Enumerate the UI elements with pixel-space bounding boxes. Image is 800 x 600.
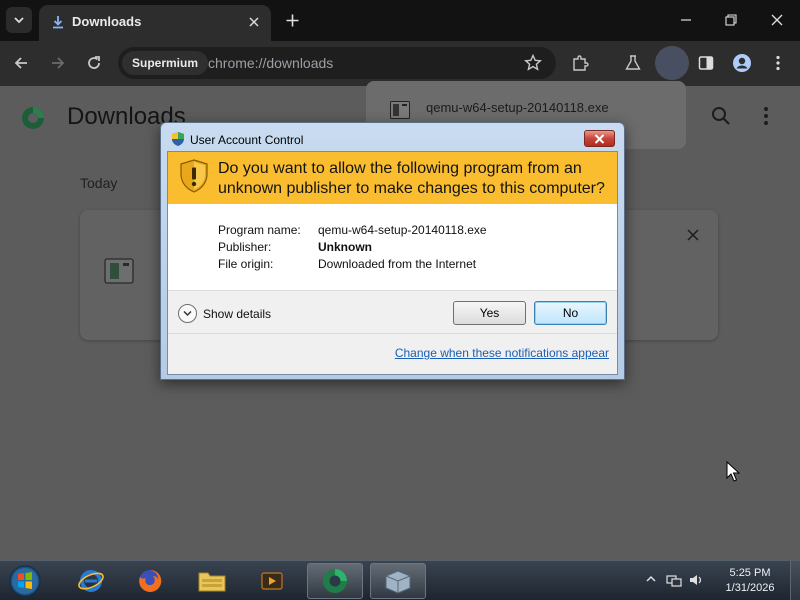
taskbar-app-explorer[interactable] xyxy=(184,563,240,599)
profile-highlight xyxy=(655,46,689,80)
taskbar: 5:25 PM 1/31/2026 xyxy=(0,560,800,600)
search-icon[interactable] xyxy=(710,105,732,127)
account-icon xyxy=(733,54,751,72)
start-button-icon[interactable] xyxy=(6,563,44,599)
supermium-logo-icon xyxy=(22,107,44,129)
show-details-toggle[interactable] xyxy=(178,304,197,323)
labs-button[interactable] xyxy=(621,51,645,75)
minimize-icon xyxy=(681,19,691,21)
minimize-button[interactable] xyxy=(674,8,698,32)
volume-icon[interactable] xyxy=(688,572,704,588)
omnibox-chip: Supermium xyxy=(122,51,209,75)
tab-title: Downloads xyxy=(72,14,142,29)
system-clock[interactable]: 5:25 PM 1/31/2026 xyxy=(718,566,782,596)
firefox-icon xyxy=(139,569,162,592)
media-player-icon xyxy=(261,572,283,590)
restore-button[interactable] xyxy=(719,8,743,32)
uac-title-bar[interactable]: User Account Control xyxy=(161,123,624,153)
plus-icon xyxy=(286,14,298,26)
mouse-cursor-icon xyxy=(726,461,740,482)
forward-button[interactable] xyxy=(46,51,70,75)
uac-warning-banner: Do you want to allow the following progr… xyxy=(168,152,617,204)
reload-button[interactable] xyxy=(82,51,106,75)
yes-button[interactable]: Yes xyxy=(453,301,526,325)
program-name-label: Program name: xyxy=(218,223,301,237)
remove-download-icon[interactable] xyxy=(686,228,700,242)
tab-downloads[interactable]: Downloads xyxy=(39,5,271,41)
tab-search-button[interactable] xyxy=(6,7,32,33)
installer-file-icon xyxy=(104,258,134,284)
page-menu-icon[interactable] xyxy=(756,105,776,127)
tab-strip: Downloads xyxy=(0,0,800,41)
bookmark-star-icon[interactable] xyxy=(524,54,542,72)
file-origin-value: Downloaded from the Internet xyxy=(318,257,477,271)
program-name-value: qemu-w64-setup-20140118.exe xyxy=(318,223,487,237)
extensions-icon xyxy=(573,55,589,71)
uac-shield-icon xyxy=(172,132,184,146)
tab-close-button[interactable] xyxy=(245,13,263,31)
publisher-value: Unknown xyxy=(318,240,372,254)
installer-file-icon xyxy=(390,101,410,119)
omnibox-url: chrome://downloads xyxy=(208,55,334,71)
clock-date: 1/31/2026 xyxy=(725,582,775,594)
chevron-down-icon xyxy=(14,17,24,24)
internet-explorer-icon xyxy=(78,570,104,592)
uac-question: Do you want to allow the following progr… xyxy=(218,160,605,197)
forward-arrow-icon xyxy=(52,57,65,69)
show-desktop-button[interactable] xyxy=(790,561,800,600)
supermium-icon xyxy=(323,569,347,593)
uac-program-details: Program name: qemu-w64-setup-20140118.ex… xyxy=(168,204,617,290)
setup-installer-icon xyxy=(385,570,411,594)
close-icon xyxy=(771,14,783,26)
publisher-label: Publisher: xyxy=(218,240,272,254)
reload-icon xyxy=(88,56,100,69)
no-button[interactable]: No xyxy=(534,301,607,325)
profile-button[interactable] xyxy=(730,51,754,75)
kebab-menu-icon xyxy=(776,55,780,71)
taskbar-app-media-player[interactable] xyxy=(244,563,300,599)
taskbar-app-supermium[interactable] xyxy=(307,563,363,599)
clock-time: 5:25 PM xyxy=(729,567,771,579)
file-origin-label: File origin: xyxy=(218,257,274,271)
new-tab-button[interactable] xyxy=(281,9,303,31)
uac-title: User Account Control xyxy=(190,133,304,147)
back-arrow-icon xyxy=(14,57,27,69)
side-panel-icon xyxy=(698,56,714,70)
address-bar[interactable]: Supermium chrome://downloads xyxy=(118,47,556,79)
close-window-button[interactable] xyxy=(765,8,789,32)
chevron-down-icon xyxy=(183,310,192,317)
browser-toolbar: Supermium chrome://downloads xyxy=(0,41,800,86)
flask-icon xyxy=(625,55,641,70)
extensions-button[interactable] xyxy=(568,51,592,75)
uac-dialog: User Account Control Do you want to allo… xyxy=(160,122,625,380)
uac-close-button[interactable] xyxy=(584,130,615,147)
uac-action-bar: Show details Yes No xyxy=(168,291,617,333)
show-details-label[interactable]: Show details xyxy=(203,307,271,321)
change-notifications-link[interactable]: Change when these notifications appear xyxy=(395,346,609,360)
download-icon xyxy=(53,16,63,29)
network-icon[interactable] xyxy=(666,572,682,588)
uac-content-frame: Do you want to allow the following progr… xyxy=(167,151,618,375)
restore-icon xyxy=(725,14,737,26)
taskbar-app-ie[interactable] xyxy=(63,563,119,599)
close-icon xyxy=(249,17,259,27)
browser-menu-button[interactable] xyxy=(766,51,790,75)
tray-overflow-icon[interactable] xyxy=(646,574,656,584)
date-section-label: Today xyxy=(80,175,118,191)
uac-footer: Change when these notifications appear xyxy=(168,334,617,374)
taskbar-app-setup[interactable] xyxy=(370,563,426,599)
warning-shield-icon xyxy=(180,159,208,193)
side-panel-button[interactable] xyxy=(694,51,718,75)
back-button[interactable] xyxy=(9,51,33,75)
folder-icon xyxy=(198,572,226,592)
close-icon xyxy=(594,133,605,144)
bubble-filename: qemu-w64-setup-20140118.exe xyxy=(426,100,609,115)
taskbar-app-firefox[interactable] xyxy=(122,563,178,599)
